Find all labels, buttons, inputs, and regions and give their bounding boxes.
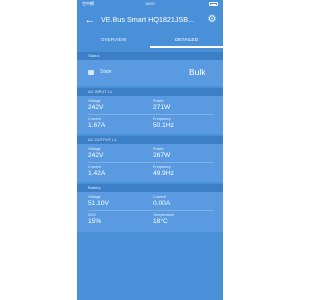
gear-icon[interactable]: ⚙ <box>205 13 219 27</box>
ac-output-current: Current 1.42A <box>88 165 106 177</box>
state-label: State <box>100 69 112 75</box>
battery-current: Current 0.00A <box>153 195 171 207</box>
state-icon <box>88 70 94 75</box>
ac-output-section: Voltage 242V Power 267W Current 1.42A Fr… <box>77 144 223 182</box>
tab-overview[interactable]: OVERVIEW <box>77 34 150 48</box>
ac-input-power: Power 271W <box>153 99 171 111</box>
clock: 19:07 <box>144 1 155 6</box>
arrow-back-icon[interactable]: ← <box>83 13 97 27</box>
battery-section-header: Battery <box>77 184 223 192</box>
ac-input-current: Current 1.67A <box>88 117 106 129</box>
state-value: Bulk <box>189 67 206 77</box>
battery-voltage: Voltage 51.10V <box>88 195 109 207</box>
ac-output-power: Power 267W <box>153 147 171 159</box>
status-section: State Bulk <box>77 60 223 86</box>
battery-soc: SOC 15% <box>88 213 102 225</box>
ac-input-frequency: Frequency 50.1Hz <box>153 117 174 129</box>
detail-content: Status State Bulk AC INPUT L1 Voltage 24… <box>77 50 223 300</box>
row-divider <box>88 114 214 115</box>
battery-temperature: Temperature 18°C <box>153 213 175 225</box>
ac-output-section-header: AC OUTPUT L1 <box>77 136 223 144</box>
ac-input-voltage: Voltage 242V <box>88 99 104 111</box>
ac-input-section: Voltage 242V Power 271W Current 1.67A Fr… <box>77 96 223 134</box>
phone-screen: 空中網 19:07 ← VE.Bus Smart HQ1821JSB... ⚙ … <box>77 0 223 300</box>
selected-tab-indicator <box>150 46 223 48</box>
battery-icon <box>209 2 218 6</box>
status-section-header: Status <box>77 52 223 60</box>
page-title: VE.Bus Smart HQ1821JSB... <box>101 15 195 24</box>
row-divider <box>88 210 214 211</box>
battery-section: Voltage 51.10V Current 0.00A SOC 15% Tem… <box>77 192 223 232</box>
status-bar: 空中網 19:07 <box>77 0 223 8</box>
app-bar: ← VE.Bus Smart HQ1821JSB... ⚙ <box>77 8 223 34</box>
ac-output-voltage: Voltage 242V <box>88 147 104 159</box>
ac-output-frequency: Frequency 49.9Hz <box>153 165 174 177</box>
ac-input-section-header: AC INPUT L1 <box>77 88 223 96</box>
row-divider <box>88 162 214 163</box>
